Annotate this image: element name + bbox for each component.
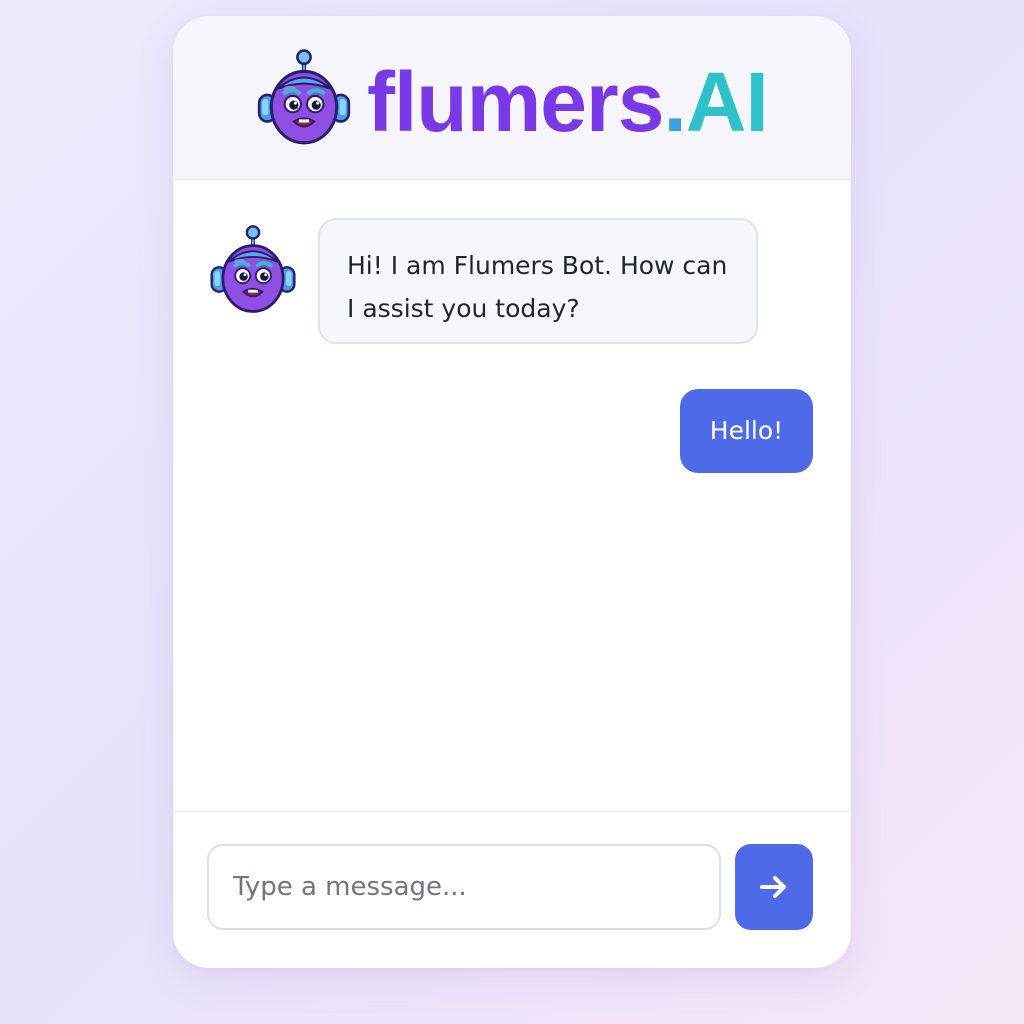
- chat-header: flumers.AI: [173, 16, 851, 180]
- robot-mascot-icon: [253, 48, 355, 150]
- brand-suffix: AI: [685, 55, 769, 149]
- send-button[interactable]: [735, 844, 813, 930]
- bot-message-bubble: Hi! I am Flumers Bot. How can I assist y…: [318, 218, 758, 344]
- chat-window: flumers.AI Hi! I am Flumers Bot. How can…: [173, 16, 851, 968]
- message-composer: [173, 811, 851, 968]
- user-message-bubble: Hello!: [680, 389, 813, 473]
- brand-dot: .: [663, 55, 686, 149]
- bot-avatar-icon: [206, 224, 300, 318]
- arrow-right-icon: [760, 876, 786, 898]
- message-list[interactable]: Hi! I am Flumers Bot. How can I assist y…: [173, 180, 851, 811]
- message-input[interactable]: [207, 844, 721, 930]
- brand-name: flumers: [367, 55, 664, 149]
- brand-logo: flumers.AI: [367, 52, 769, 152]
